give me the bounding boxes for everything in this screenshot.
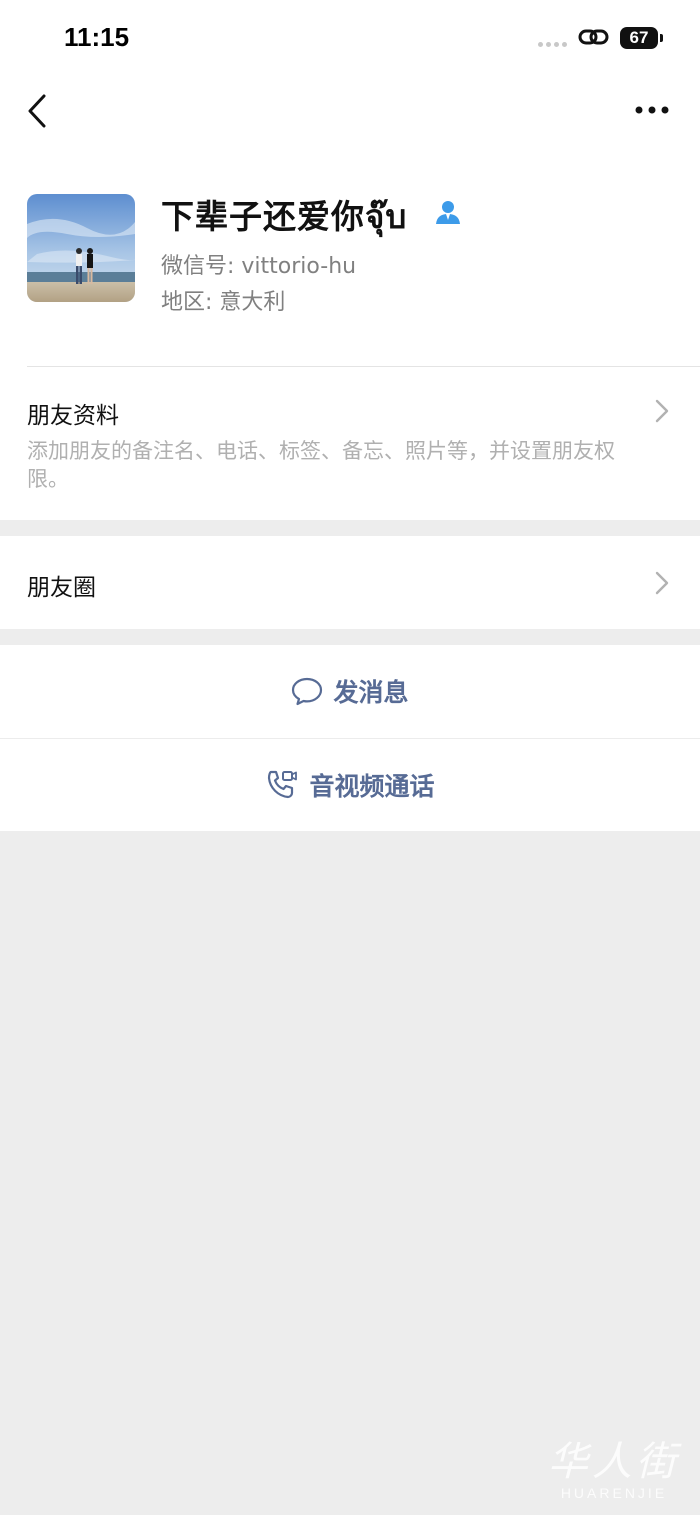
video-call-button[interactable]: 音视频通话 [0, 739, 700, 831]
friend-profile-description: 添加朋友的备注名、电话、标签、备忘、照片等，并设置朋友权限。 [27, 439, 615, 491]
battery-indicator: 67 [620, 27, 658, 49]
nickname: 下辈子还爱你จุ๊บ [161, 197, 408, 236]
chevron-right-icon [655, 399, 669, 423]
moments-title: 朋友圈 [27, 575, 96, 601]
chevron-right-icon [655, 571, 669, 595]
status-bar: 11:15 67 [0, 0, 700, 80]
video-call-icon [268, 770, 298, 799]
region: 地区: 意大利 [161, 290, 286, 315]
contact-badge-icon[interactable] [434, 199, 462, 225]
action-block: 发消息 音视频通话 [0, 645, 700, 831]
wechat-id: 微信号: vittorio-hu [161, 254, 357, 279]
video-call-label: 音视频通话 [309, 772, 435, 801]
watermark-logo: 华人街 HUARENJIE [548, 1439, 680, 1501]
back-icon[interactable] [24, 92, 50, 130]
avatar[interactable] [27, 194, 135, 302]
battery-tip [660, 34, 663, 42]
friend-profile-title: 朋友资料 [27, 403, 119, 429]
message-bubble-icon [292, 677, 323, 706]
watermark-chinese: 华人街 [548, 1439, 680, 1485]
status-time: 11:15 [64, 22, 130, 52]
send-message-label: 发消息 [333, 678, 409, 707]
moments-row[interactable] [0, 536, 700, 629]
watermark-english: HUARENJIE [560, 1485, 668, 1501]
signal-icon [538, 42, 567, 47]
send-message-button[interactable]: 发消息 [0, 645, 700, 737]
link-icon [578, 29, 609, 45]
divider [27, 366, 700, 367]
more-icon[interactable] [632, 100, 672, 120]
